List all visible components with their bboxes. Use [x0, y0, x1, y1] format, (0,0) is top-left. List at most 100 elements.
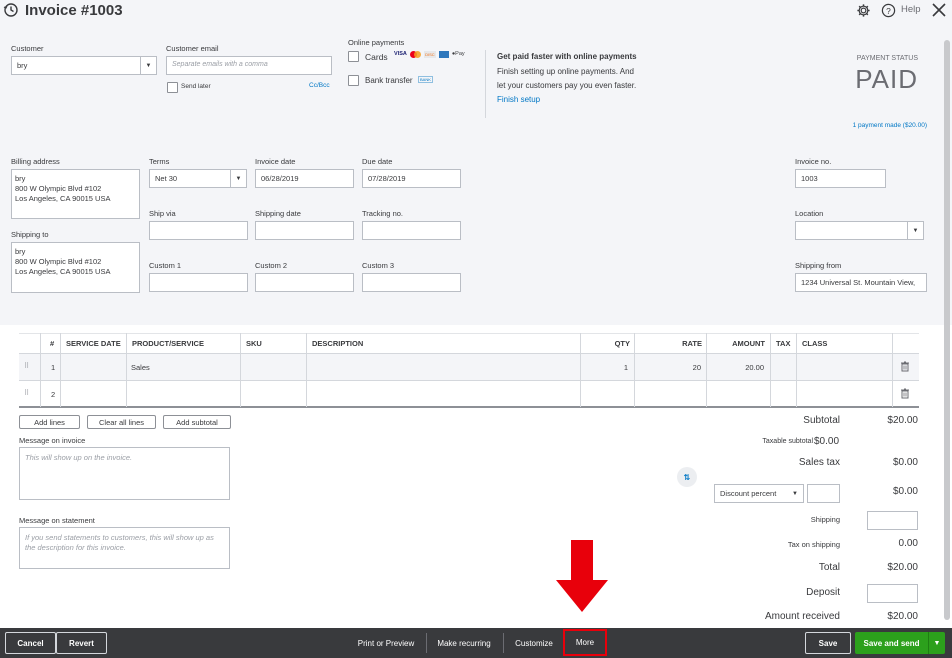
- message-on-invoice-input[interactable]: This will show up on the invoice.: [19, 447, 230, 500]
- payment-made-link[interactable]: 1 payment made ($20.00): [800, 122, 927, 129]
- message-on-statement-input[interactable]: If you send statements to customers, thi…: [19, 527, 230, 569]
- row-divider: [19, 353, 919, 354]
- discount-type-value: Discount percent: [720, 489, 777, 498]
- row-amount[interactable]: 20.00: [716, 363, 764, 372]
- col-header-rate: RATE: [682, 339, 702, 348]
- save-options-dropdown[interactable]: ▼: [928, 632, 945, 654]
- visa-icon: VISA: [394, 51, 407, 57]
- footer-separator: [503, 633, 504, 653]
- discount-type-select[interactable]: Discount percent ▼: [714, 484, 804, 503]
- row-rate[interactable]: 20: [650, 363, 701, 372]
- custom1-input[interactable]: [149, 273, 248, 292]
- swap-tax-discount-icon[interactable]: ⇅: [677, 467, 697, 487]
- more-button[interactable]: More: [563, 629, 607, 656]
- ship-via-input[interactable]: [149, 221, 248, 240]
- invoice-date-input[interactable]: 06/28/2019: [255, 169, 354, 188]
- deposit-input[interactable]: [867, 584, 918, 603]
- billing-address-field[interactable]: bry 800 W Olympic Blvd #102 Los Angeles,…: [11, 169, 140, 219]
- row-product[interactable]: Sales: [131, 363, 150, 372]
- taxable-subtotal-label: Taxable subtotal: [762, 438, 813, 445]
- shipping-to-field[interactable]: bry 800 W Olympic Blvd #102 Los Angeles,…: [11, 242, 140, 293]
- amount-received-value: $20.00: [887, 611, 918, 622]
- custom3-input[interactable]: [362, 273, 461, 292]
- apple-pay-icon: ●Pay: [451, 51, 465, 57]
- terms-select[interactable]: Net 30 ▼: [149, 169, 247, 188]
- payment-status-label: PAYMENT STATUS: [856, 55, 918, 62]
- col-header-class: CLASS: [802, 339, 828, 348]
- print-preview-button[interactable]: Print or Preview: [350, 632, 422, 654]
- cards-checkbox[interactable]: [348, 51, 359, 62]
- customize-button[interactable]: Customize: [507, 632, 561, 654]
- message-on-statement-label: Message on statement: [19, 516, 95, 525]
- due-date-label: Due date: [362, 157, 393, 166]
- save-and-send-button[interactable]: Save and send: [855, 632, 928, 654]
- col-divider: [240, 333, 241, 407]
- bank-transfer-checkbox[interactable]: [348, 75, 359, 86]
- col-header-amount: AMOUNT: [732, 339, 765, 348]
- drag-handle-icon[interactable]: ⠿: [24, 362, 29, 370]
- drag-handle-icon[interactable]: ⠿: [24, 389, 29, 397]
- card-brand-icons: VISA DISC ●Pay: [394, 51, 465, 58]
- table-row[interactable]: [19, 353, 919, 380]
- invoice-date-label: Invoice date: [255, 157, 296, 166]
- send-later-checkbox[interactable]: [167, 82, 178, 93]
- col-divider: [306, 333, 307, 407]
- scrollbar[interactable]: [944, 40, 950, 620]
- location-select[interactable]: ▼: [795, 221, 924, 240]
- gear-icon[interactable]: [856, 3, 871, 18]
- table-bottom-border: [19, 406, 919, 408]
- shipping-from-input[interactable]: 1234 Universal St. Mountain View,: [795, 273, 927, 292]
- col-divider: [796, 333, 797, 407]
- row-number: 1: [51, 363, 56, 372]
- chevron-down-icon: ▼: [230, 170, 246, 187]
- col-divider: [580, 333, 581, 407]
- help-link[interactable]: Help: [901, 4, 921, 15]
- payment-status-value: PAID: [855, 64, 918, 94]
- add-subtotal-button[interactable]: Add subtotal: [163, 415, 231, 429]
- make-recurring-button[interactable]: Make recurring: [430, 632, 498, 654]
- chevron-down-icon: ▼: [907, 222, 923, 239]
- billing-address-label: Billing address: [11, 157, 60, 166]
- shipping-label: Shipping: [810, 515, 840, 524]
- add-lines-button[interactable]: Add lines: [19, 415, 80, 429]
- col-divider: [126, 333, 127, 407]
- trash-icon[interactable]: [900, 388, 910, 401]
- shipping-date-input[interactable]: [255, 221, 354, 240]
- row-qty[interactable]: 1: [590, 363, 628, 372]
- message-on-invoice-label: Message on invoice: [19, 436, 86, 445]
- discount-value-input[interactable]: [807, 484, 840, 503]
- finish-setup-link[interactable]: Finish setup: [497, 95, 540, 104]
- trash-icon[interactable]: [900, 361, 910, 374]
- col-divider: [40, 333, 41, 407]
- chevron-down-icon: ▼: [933, 639, 941, 647]
- cc-bcc-link[interactable]: Cc/Bcc: [309, 82, 330, 89]
- custom2-label: Custom 2: [255, 261, 288, 270]
- discount-amount: $0.00: [892, 486, 918, 497]
- cancel-button[interactable]: Cancel: [5, 632, 56, 654]
- col-header-tax: TAX: [776, 339, 791, 348]
- deposit-label: Deposit: [806, 587, 840, 598]
- col-divider: [60, 333, 61, 407]
- custom2-input[interactable]: [255, 273, 354, 292]
- col-divider: [634, 333, 635, 407]
- customer-email-input[interactable]: Separate emails with a comma: [166, 56, 332, 75]
- shipping-amount-input[interactable]: [867, 511, 918, 530]
- online-payments-label: Online payments: [348, 38, 405, 47]
- revert-button[interactable]: Revert: [56, 632, 107, 654]
- due-date-input[interactable]: 07/28/2019: [362, 169, 461, 188]
- invoice-no-input[interactable]: 1003: [795, 169, 886, 188]
- shipping-to-label: Shipping to: [11, 230, 49, 239]
- footer-separator: [426, 633, 427, 653]
- customer-select[interactable]: bry ▼: [11, 56, 157, 75]
- help-icon[interactable]: ?: [881, 3, 896, 18]
- save-button[interactable]: Save: [805, 632, 851, 654]
- clear-all-lines-button[interactable]: Clear all lines: [87, 415, 156, 429]
- row-number: 2: [51, 390, 56, 399]
- close-icon[interactable]: [931, 2, 947, 18]
- shipping-from-label: Shipping from: [795, 261, 842, 270]
- tracking-no-input[interactable]: [362, 221, 461, 240]
- customer-label: Customer: [11, 44, 44, 53]
- col-header-num: #: [50, 339, 55, 348]
- recent-history-icon[interactable]: [3, 2, 19, 18]
- subtotal-label: Subtotal: [803, 415, 840, 426]
